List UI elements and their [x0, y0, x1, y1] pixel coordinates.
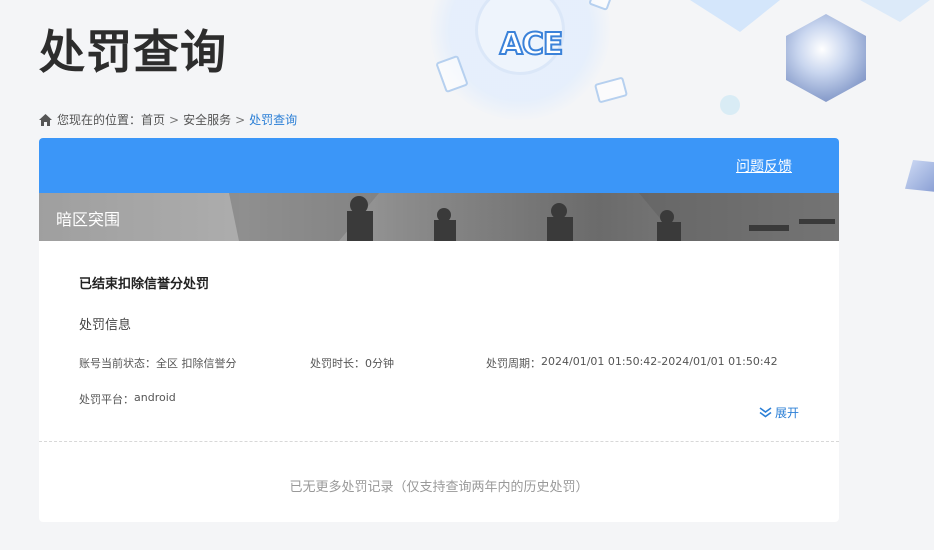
breadcrumb-prefix: 您现在的位置： — [57, 113, 142, 127]
section-label: 处罚信息 — [79, 318, 132, 333]
duration-value: 0分钟 — [365, 357, 394, 370]
decor-triangle — [860, 0, 930, 22]
glow-ring — [430, 0, 610, 120]
game-title: 暗区突围 — [56, 210, 121, 229]
penalty-period: 处罚周期： 2024/01/01 01:50:42-2024/01/01 01:… — [486, 355, 778, 371]
breadcrumb-separator: > — [235, 112, 246, 127]
expand-button[interactable]: 展开 — [759, 404, 799, 421]
decor-triangle — [690, 0, 780, 32]
penalty-record: 已结束扣除信誉分处罚 处罚信息 账号当前状态： 全区 扣除信誉分 处罚时长： 0… — [39, 241, 839, 442]
decor-card-icon — [435, 54, 469, 94]
breadcrumb-current: 处罚查询 — [249, 113, 298, 127]
panel-header: 问题反馈 — [39, 138, 839, 193]
home-icon — [39, 113, 52, 126]
no-more-records-note: 已无更多处罚记录（仅支持查询两年内的历史处罚） — [289, 480, 589, 495]
ace-logo: ACE — [499, 26, 565, 63]
breadcrumb: 您现在的位置： 首页 > 安全服务 > 处罚查询 — [39, 111, 297, 128]
penalty-duration: 处罚时长： 0分钟 — [310, 355, 486, 371]
status-label: 账号当前状态： — [79, 357, 156, 370]
character-fragment — [905, 160, 934, 192]
breadcrumb-home-link[interactable]: 首页 — [141, 111, 165, 128]
info-row: 账号当前状态： 全区 扣除信誉分 处罚时长： 0分钟 处罚周期： 2024/01… — [79, 355, 799, 371]
platform-value: android — [134, 391, 176, 404]
account-status: 账号当前状态： 全区 扣除信誉分 — [79, 355, 310, 371]
record-title: 已结束扣除信誉分处罚 — [79, 277, 210, 292]
feedback-link[interactable]: 问题反馈 — [736, 156, 792, 176]
duration-label: 处罚时长： — [310, 357, 365, 370]
breadcrumb-separator: > — [169, 112, 180, 127]
decor-card-icon — [588, 0, 612, 11]
expand-label: 展开 — [774, 406, 799, 420]
platform-row: 处罚平台： android — [79, 391, 799, 407]
breadcrumb-security-link[interactable]: 安全服务 — [183, 111, 231, 128]
status-value: 全区 扣除信誉分 — [156, 357, 237, 370]
decor-card-icon — [593, 76, 629, 104]
double-chevron-down-icon — [759, 407, 772, 418]
page-title: 处罚查询 — [39, 25, 227, 79]
game-banner: 暗区突围 — [39, 193, 839, 241]
decor-dot — [720, 95, 740, 115]
period-value: 2024/01/01 01:50:42-2024/01/01 01:50:42 — [541, 355, 778, 368]
penalty-panel: 问题反馈 暗区突围 已结束扣除信誉分处罚 处罚信息 账号当前状态： 全区 扣除信… — [39, 138, 839, 522]
character-avatar-hexagon — [786, 14, 866, 102]
banner-soldiers-art — [39, 193, 839, 241]
platform-label: 处罚平台： — [79, 393, 134, 406]
logo-ring — [475, 0, 565, 75]
period-label: 处罚周期： — [486, 357, 541, 370]
